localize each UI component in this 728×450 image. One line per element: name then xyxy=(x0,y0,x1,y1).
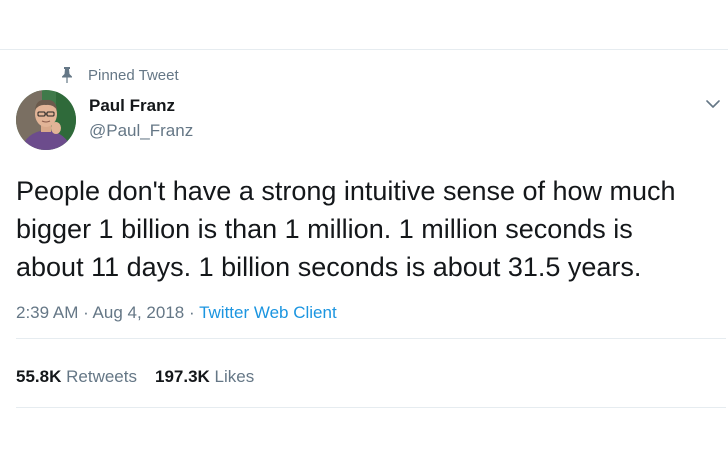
retweets-stat[interactable]: 55.8K Retweets xyxy=(16,367,137,387)
avatar[interactable] xyxy=(16,90,76,150)
pinned-indicator: Pinned Tweet xyxy=(60,64,179,86)
chevron-down-icon[interactable] xyxy=(704,96,722,112)
tweet-source-link[interactable]: Twitter Web Client xyxy=(199,303,337,322)
tweet-stats: 55.8K Retweets 197.3K Likes xyxy=(16,367,272,387)
meta-divider xyxy=(16,338,726,339)
tweet-meta: 2:39 AM · Aug 4, 2018 · Twitter Web Clie… xyxy=(16,303,337,323)
pinned-label: Pinned Tweet xyxy=(88,66,179,84)
tweet-text: People don't have a strong intuitive sen… xyxy=(16,176,676,282)
stats-divider xyxy=(16,407,726,408)
tweet-time[interactable]: 2:39 AM xyxy=(16,303,78,322)
likes-label: Likes xyxy=(214,367,255,386)
author-handle[interactable]: @Paul_Franz xyxy=(89,121,193,141)
author-name[interactable]: Paul Franz xyxy=(89,96,175,116)
likes-stat[interactable]: 197.3K Likes xyxy=(155,367,254,387)
retweets-count: 55.8K xyxy=(16,367,62,386)
meta-separator: · xyxy=(184,303,200,322)
pin-icon xyxy=(60,67,74,83)
top-divider xyxy=(0,49,728,50)
tweet-date[interactable]: Aug 4, 2018 xyxy=(93,303,185,322)
meta-separator: · xyxy=(78,303,93,322)
likes-count: 197.3K xyxy=(154,367,210,386)
retweets-label: Retweets xyxy=(66,367,137,386)
